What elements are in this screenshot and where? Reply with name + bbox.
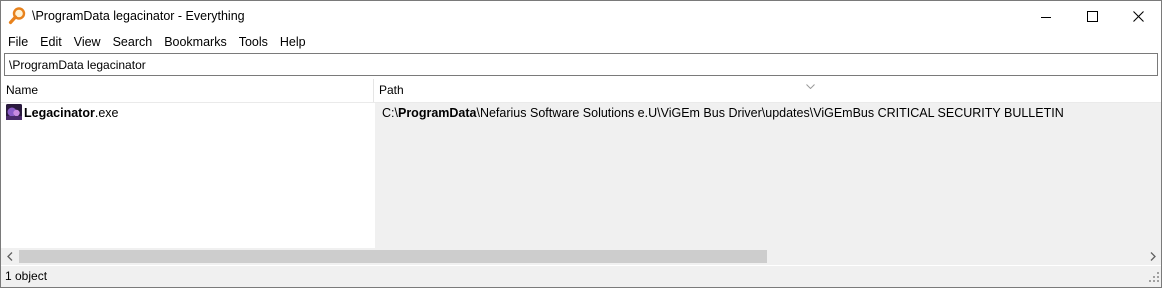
menu-file[interactable]: File	[1, 32, 34, 52]
result-name-match: Legacinator	[24, 106, 95, 120]
title-bar[interactable]: \ProgramData legacinator - Everything	[1, 1, 1161, 32]
close-button[interactable]	[1115, 1, 1161, 32]
menu-bookmarks[interactable]: Bookmarks	[158, 32, 233, 52]
result-path-rest: \Nefarius Software Solutions e.U\ViGEm B…	[476, 106, 1064, 120]
magnifier-icon	[8, 7, 26, 25]
menu-view[interactable]: View	[68, 32, 107, 52]
window-title: \ProgramData legacinator - Everything	[32, 9, 245, 23]
close-icon	[1132, 11, 1144, 22]
menu-help[interactable]: Help	[274, 32, 312, 52]
maximize-button[interactable]	[1069, 1, 1115, 32]
result-path: C:\ProgramData\Nefarius Software Solutio…	[382, 103, 1064, 123]
result-path-prefix: C:\	[382, 106, 398, 120]
search-input[interactable]	[5, 54, 1149, 75]
search-box	[4, 53, 1158, 76]
scrollbar-thumb[interactable]	[19, 250, 767, 263]
menu-edit[interactable]: Edit	[34, 32, 68, 52]
chevron-right-icon	[1150, 250, 1156, 264]
scroll-left-button[interactable]	[1, 248, 18, 265]
minimize-button[interactable]	[1023, 1, 1069, 32]
result-name-extension: .exe	[94, 106, 119, 120]
results-list: Legacinator.exe C:\ProgramData\Nefarius …	[1, 103, 1161, 248]
horizontal-scrollbar[interactable]	[1, 248, 1161, 265]
menu-tools[interactable]: Tools	[233, 32, 274, 52]
column-header-path[interactable]: Path	[374, 79, 1161, 102]
menu-search[interactable]: Search	[107, 32, 159, 52]
result-name: Legacinator.exe	[24, 103, 119, 123]
executable-icon	[6, 104, 22, 120]
column-header-name[interactable]: Name	[1, 79, 374, 102]
everything-window: \ProgramData legacinator - Everything Fi…	[0, 0, 1162, 288]
table-row[interactable]: Legacinator.exe C:\ProgramData\Nefarius …	[1, 103, 1161, 123]
path-column-background	[375, 103, 1161, 248]
result-path-match: ProgramData	[397, 106, 477, 120]
minimize-icon	[1041, 12, 1051, 22]
status-text: 1 object	[5, 269, 48, 283]
chevron-left-icon	[6, 250, 13, 264]
menu-bar: File Edit View Search Bookmarks Tools He…	[1, 32, 1161, 52]
scroll-right-button[interactable]	[1144, 248, 1161, 265]
chevron-down-icon	[806, 78, 815, 92]
status-bar: 1 object	[1, 266, 1161, 287]
column-headers: Name Path	[1, 79, 1161, 103]
maximize-icon	[1086, 11, 1098, 22]
resize-grip-icon[interactable]	[1149, 271, 1159, 285]
